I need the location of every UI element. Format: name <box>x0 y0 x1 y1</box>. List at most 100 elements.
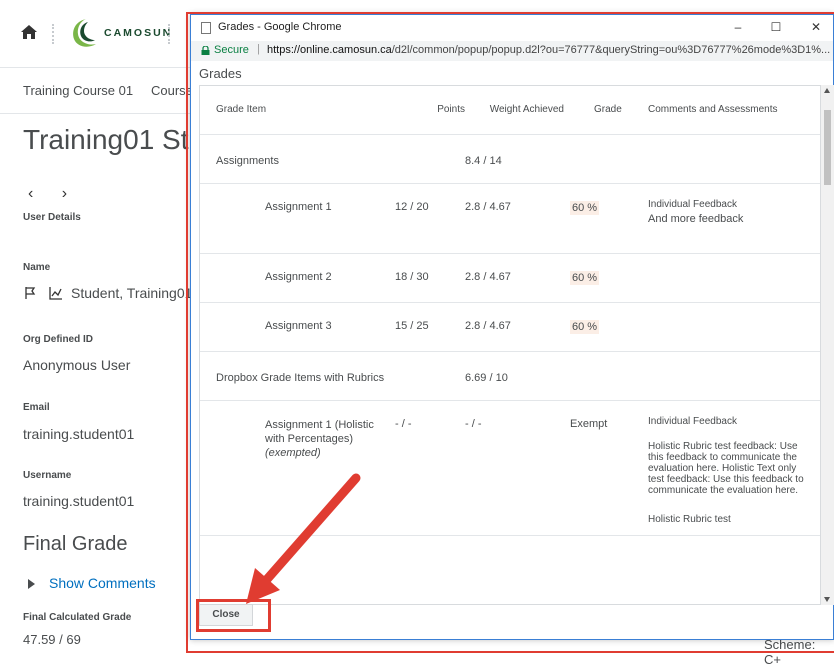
scrollbar-thumb[interactable] <box>824 110 831 185</box>
comments-cell: Individual Feedback Holistic Rubric test… <box>640 400 820 536</box>
grades-table: Grade Item Points Weight Achieved Grade … <box>200 86 820 536</box>
comments-cell <box>640 351 820 401</box>
grade-cell <box>570 134 640 184</box>
grades-popup-window: Grades - Google Chrome – ☐ ✕ Secure | ht… <box>190 14 834 640</box>
weight-cell: 8.4 / 14 <box>465 134 570 184</box>
username-label: Username <box>23 470 72 481</box>
home-icon[interactable] <box>20 24 38 40</box>
grade-item-row: Assignment 1 12 / 20 2.8 / 4.67 60 % Ind… <box>200 183 820 254</box>
weight-cell: 2.8 / 4.67 <box>465 253 570 303</box>
column-header: Points <box>395 86 465 135</box>
user-details-label: User Details <box>23 212 81 223</box>
comments-cell <box>640 253 820 303</box>
user-nav-arrows[interactable]: ‹ › <box>28 185 79 203</box>
name-label: Name <box>23 262 51 273</box>
email-label: Email <box>23 402 50 413</box>
scroll-down-icon[interactable] <box>824 597 830 602</box>
feedback-title: Individual Feedback <box>648 415 737 427</box>
category-name: Dropbox Grade Items with Rubrics <box>200 351 465 401</box>
item-exempt-note: (exempted) <box>265 446 321 459</box>
expand-triangle-icon <box>28 579 35 590</box>
grade-cell: 60 % <box>570 183 640 254</box>
feedback-text: And more feedback <box>648 212 744 225</box>
url-domain: https://online.camosun.ca <box>267 44 392 56</box>
grade-badge: 60 % <box>570 319 600 334</box>
flag-icon[interactable] <box>25 286 37 300</box>
column-header: Comments and Assessments <box>640 86 820 135</box>
grade-cell: 60 % <box>570 253 640 303</box>
weight-cell: 2.8 / 4.67 <box>465 302 570 352</box>
points-cell: 18 / 30 <box>395 253 465 303</box>
weight-cell: 6.69 / 10 <box>465 351 570 401</box>
vertical-scrollbar[interactable] <box>821 85 834 605</box>
secure-label: Secure <box>214 44 249 56</box>
breadcrumb-next[interactable]: Course <box>151 83 193 98</box>
window-close-button[interactable]: ✕ <box>801 17 831 39</box>
item-name: Assignment 1 (Holistic with Percentages)… <box>200 400 395 536</box>
camosun-logo[interactable]: CAMOSUN <box>68 16 172 50</box>
grades-heading: Grades <box>199 66 242 81</box>
grade-badge: 60 % <box>570 270 600 285</box>
item-name-text: Assignment 1 (Holistic with Percentages) <box>265 418 374 445</box>
item-name: Assignment 2 <box>200 253 395 303</box>
grade-cell: Exempt <box>570 400 640 536</box>
show-comments-label: Show Comments <box>49 575 156 591</box>
final-calculated-value: 47.59 / 69 <box>23 632 81 647</box>
address-separator: | <box>257 43 260 55</box>
org-id-label: Org Defined ID <box>23 334 94 345</box>
column-header: Weight Achieved <box>465 86 570 135</box>
column-header: Grade <box>570 86 640 135</box>
page-title: Training01 Stu <box>23 124 205 155</box>
page-icon <box>201 22 211 34</box>
close-button[interactable]: Close <box>199 604 253 626</box>
address-bar[interactable]: Secure | https://online.camosun.ca/d2l/c… <box>191 41 833 61</box>
category-row: Dropbox Grade Items with Rubrics 6.69 / … <box>200 351 820 401</box>
minimize-button[interactable]: – <box>723 17 753 39</box>
nav-divider <box>52 24 56 44</box>
email-value: training.student01 <box>23 426 135 442</box>
show-comments-link[interactable]: Show Comments <box>28 575 156 591</box>
grade-item-row: Assignment 1 (Holistic with Percentages)… <box>200 400 820 536</box>
weight-cell: 2.8 / 4.67 <box>465 183 570 254</box>
breadcrumb-course[interactable]: Training Course 01 <box>23 83 133 98</box>
table-header-row: Grade Item Points Weight Achieved Grade … <box>200 86 820 135</box>
points-cell: 12 / 20 <box>395 183 465 254</box>
comments-cell <box>640 134 820 184</box>
org-id-value: Anonymous User <box>23 357 131 373</box>
window-titlebar: Grades - Google Chrome – ☐ ✕ <box>191 15 833 41</box>
logo-swoosh-icon <box>73 19 96 47</box>
final-grade-heading: Final Grade <box>23 533 128 555</box>
points-cell <box>395 134 465 184</box>
column-header: Grade Item <box>200 86 395 135</box>
scroll-up-icon[interactable] <box>824 88 830 93</box>
grades-table-container: Grade Item Points Weight Achieved Grade … <box>199 85 821 605</box>
name-value: Student, Training01 <box>71 285 193 301</box>
feedback-title: Individual Feedback <box>648 198 737 210</box>
item-name: Assignment 3 <box>200 302 395 352</box>
grade-item-row: Assignment 3 15 / 25 2.8 / 4.67 60 % <box>200 302 820 352</box>
grade-badge: 60 % <box>570 200 600 215</box>
maximize-button[interactable]: ☐ <box>761 17 791 39</box>
category-name: Assignments <box>200 134 395 184</box>
nav-divider <box>168 24 172 44</box>
username-value: training.student01 <box>23 493 135 509</box>
grade-cell <box>570 351 640 401</box>
item-name: Assignment 1 <box>200 183 395 254</box>
final-calculated-label: Final Calculated Grade <box>23 612 132 623</box>
url-text[interactable]: https://online.camosun.ca/d2l/common/pop… <box>267 44 830 56</box>
progress-chart-icon[interactable] <box>49 286 63 300</box>
comments-cell: Individual Feedback And more feedback <box>640 183 820 254</box>
points-cell: 15 / 25 <box>395 302 465 352</box>
window-title: Grades - Google Chrome <box>218 21 342 33</box>
feedback-text: Holistic Rubric test <box>648 513 731 525</box>
comments-cell <box>640 302 820 352</box>
feedback-text: Holistic Rubric test feedback: Use this … <box>648 440 804 496</box>
scheme-text: Scheme: C+ <box>764 637 816 667</box>
url-path: /d2l/common/popup/popup.d2l?ou=76777&que… <box>391 44 831 56</box>
category-row: Assignments 8.4 / 14 <box>200 134 820 184</box>
grade-cell: 60 % <box>570 302 640 352</box>
weight-cell: - / - <box>465 400 570 536</box>
lock-icon <box>201 46 210 55</box>
points-cell: - / - <box>395 400 465 536</box>
grade-item-row: Assignment 2 18 / 30 2.8 / 4.67 60 % <box>200 253 820 303</box>
